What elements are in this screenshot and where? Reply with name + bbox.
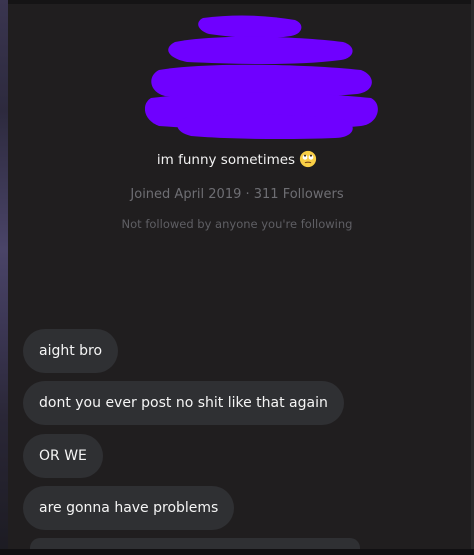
- message-bubble[interactable]: OR WE: [23, 434, 103, 478]
- followed-by-note: Not followed by anyone you're following: [121, 217, 353, 231]
- background-window-edge: [0, 0, 8, 555]
- rolling-eyes-emoji-icon: [299, 150, 317, 168]
- message-bubble[interactable]: dont you ever post no shit like that aga…: [23, 381, 344, 425]
- message-bubble[interactable]: are gonna have problems: [23, 486, 235, 530]
- bio-text: im funny sometimes: [156, 152, 296, 168]
- message-bubble[interactable]: aight bro: [23, 329, 119, 373]
- profile-meta: Joined April 2019 · 311 Followers: [130, 187, 344, 202]
- profile-bio: im funny sometimes: [0, 149, 474, 171]
- window-top-border: [0, 0, 474, 4]
- window-bottom-border: [0, 549, 474, 555]
- redaction-scribble: [145, 15, 378, 140]
